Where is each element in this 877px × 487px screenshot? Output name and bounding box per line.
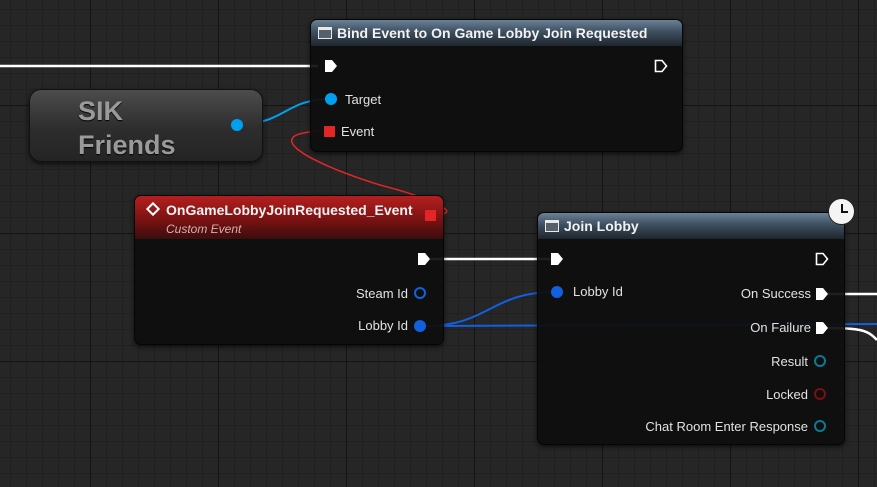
join-locked-label: Locked	[766, 387, 808, 402]
join-lobby-title: Join Lobby	[564, 218, 639, 234]
latent-clock-icon	[828, 198, 855, 225]
subsystem-node-title: SIK Friends Subsystem	[78, 96, 176, 160]
bind-exec-out-pin[interactable]	[654, 59, 668, 73]
join-lobby-id-label: Lobby Id	[573, 284, 623, 299]
event-exec-out-pin[interactable]	[417, 252, 431, 266]
function-icon	[318, 27, 332, 39]
join-on-success-label: On Success	[740, 286, 811, 301]
event-diamond-icon	[145, 201, 161, 217]
subsystem-output-pin[interactable]	[231, 119, 243, 131]
join-on-failure-label: On Failure	[750, 320, 811, 335]
subsystem-getter-node[interactable]: SIK Friends Subsystem	[29, 89, 263, 162]
join-locked-pin[interactable]	[814, 388, 826, 400]
function-icon	[545, 220, 559, 232]
join-lobby-header[interactable]: Join Lobby	[538, 213, 844, 239]
bind-event-label: Event	[341, 124, 375, 139]
join-exec-out-pin[interactable]	[815, 252, 829, 266]
join-on-success-pin[interactable]	[815, 287, 829, 301]
bind-target-pin[interactable]	[325, 93, 337, 105]
event-lobby-id-label: Lobby Id	[358, 318, 408, 333]
bind-target-label: Target	[345, 92, 382, 107]
bind-exec-in-pin[interactable]	[324, 59, 338, 73]
custom-event-title: OnGameLobbyJoinRequested_Event	[166, 202, 413, 218]
event-steam-id-label: Steam Id	[355, 286, 408, 301]
custom-event-header[interactable]: OnGameLobbyJoinRequested_Event Custom Ev…	[135, 196, 443, 239]
event-delegate-out-pin[interactable]	[425, 210, 436, 221]
bind-event-delegate-pin[interactable]	[324, 126, 335, 137]
join-chat-room-pin[interactable]	[814, 420, 826, 432]
bind-event-title: Bind Event to On Game Lobby Join Request…	[337, 25, 648, 41]
join-lobby-id-pin[interactable]	[551, 286, 563, 298]
join-chat-room-label: Chat Room Enter Response	[645, 419, 808, 434]
join-exec-in-pin[interactable]	[550, 252, 564, 266]
custom-event-subtitle: Custom Event	[166, 222, 242, 236]
bind-event-header[interactable]: Bind Event to On Game Lobby Join Request…	[311, 20, 682, 46]
join-on-failure-pin[interactable]	[815, 321, 829, 335]
event-lobby-id-pin[interactable]	[414, 320, 426, 332]
event-steam-id-pin[interactable]	[414, 287, 426, 299]
join-result-label: Result	[771, 354, 808, 369]
join-result-pin[interactable]	[814, 355, 826, 367]
